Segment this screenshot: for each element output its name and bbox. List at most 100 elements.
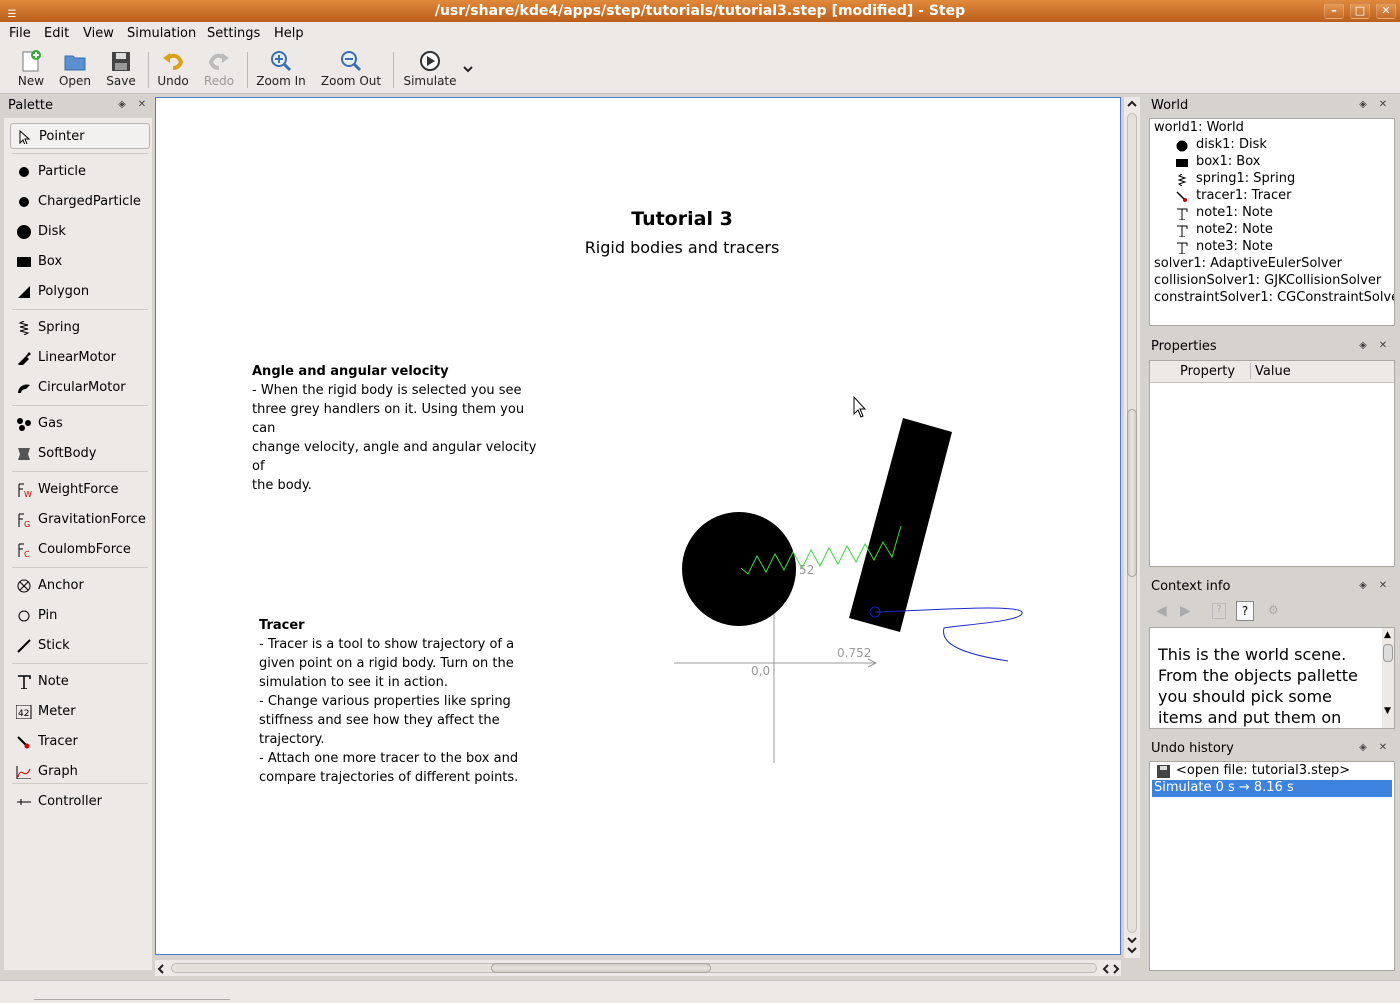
palette-item-graph[interactable]: Graph <box>10 759 150 785</box>
palette-item-spring[interactable]: Spring <box>10 315 150 341</box>
world-tree-label: box1: Box <box>1196 154 1261 169</box>
world-tree-item[interactable]: constraintSolver1: CGConstraintSolver <box>1154 290 1394 305</box>
palette-separator <box>12 309 148 310</box>
context-scrollbar[interactable]: ▲ ▼ <box>1382 628 1394 728</box>
world-tree-item[interactable]: world1: World <box>1154 120 1244 135</box>
undo-item[interactable]: <open file: tutorial3.step> <box>1152 763 1392 780</box>
menu-simulation[interactable]: Simulation <box>127 26 196 41</box>
palette-item-chargedparticle[interactable]: ChargedParticle <box>10 189 150 215</box>
palette-item-stick[interactable]: Stick <box>10 633 150 659</box>
minimize-button[interactable]: – <box>1324 3 1344 19</box>
float-icon[interactable]: ◈ <box>1357 340 1369 352</box>
disk-icon <box>1176 140 1188 152</box>
context-info-view[interactable]: This is the world scene. From the object… <box>1149 627 1395 729</box>
properties-header: Properties ◈ ✕ <box>1147 337 1397 357</box>
palette-item-linearmotor[interactable]: LinearMotor <box>10 345 150 371</box>
palette-item-label: CircularMotor <box>38 380 126 395</box>
chevron-down-icon[interactable] <box>462 64 474 74</box>
close-window-button[interactable]: ✕ <box>1376 3 1396 19</box>
column-property[interactable]: Property <box>1180 364 1235 379</box>
scroll-right-icon[interactable] <box>1101 963 1123 975</box>
float-icon[interactable]: ◈ <box>1357 742 1369 754</box>
menubar: File Edit View Simulation Settings Help <box>0 22 1400 46</box>
close-icon[interactable]: ✕ <box>1377 340 1389 352</box>
zoom-out-icon <box>341 51 362 72</box>
context-header: Context info ◈ ✕ <box>1147 577 1397 597</box>
world-tree-item[interactable]: collisionSolver1: GJKCollisionSolver <box>1154 273 1381 288</box>
column-value[interactable]: Value <box>1255 364 1291 379</box>
scroll-down-icon[interactable] <box>1126 935 1138 957</box>
undo-button[interactable]: Undo <box>156 50 190 92</box>
float-icon[interactable]: ◈ <box>116 99 128 111</box>
close-icon[interactable]: ✕ <box>1377 580 1389 592</box>
scroll-thumb[interactable] <box>491 963 711 973</box>
palette-item-particle[interactable]: Particle <box>10 159 150 185</box>
context-toolbar: ◀ ▶ ? ? ⚙ <box>1150 600 1396 624</box>
world-tree-item[interactable]: solver1: AdaptiveEulerSolver <box>1154 256 1342 271</box>
palette-item-note[interactable]: Note <box>10 669 150 695</box>
palette-item-gas[interactable]: Gas <box>10 411 150 437</box>
palette-item-polygon[interactable]: Polygon <box>10 279 150 305</box>
box1-box[interactable] <box>849 418 952 632</box>
palette-item-label: Graph <box>38 764 78 779</box>
palette-item-pin[interactable]: Pin <box>10 603 150 629</box>
help-context-icon[interactable]: ? <box>1212 603 1226 619</box>
menu-file[interactable]: File <box>9 26 31 41</box>
world-scene[interactable]: Tutorial 3 Rigid bodies and tracers Angl… <box>155 97 1121 955</box>
palette-item-disk[interactable]: Disk <box>10 219 150 245</box>
redo-button[interactable]: Redo <box>201 50 237 92</box>
palette-item-controller[interactable]: Controller <box>10 789 150 815</box>
spring-value-label: 52 <box>799 563 815 577</box>
undo-item-selected[interactable]: Simulate 0 s → 8.16 s <box>1152 780 1392 797</box>
new-button[interactable]: New <box>14 50 48 92</box>
float-icon[interactable]: ◈ <box>1357 580 1369 592</box>
sync-icon[interactable]: ⚙ <box>1268 603 1279 617</box>
palette-item-box[interactable]: Box <box>10 249 150 275</box>
palette-item-meter[interactable]: 42 Meter <box>10 699 150 725</box>
palette-item-pointer[interactable]: Pointer <box>10 123 150 149</box>
toolbar-separator <box>148 52 149 88</box>
close-icon[interactable]: ✕ <box>1377 742 1389 754</box>
scroll-up-icon[interactable]: ▲ <box>1384 630 1391 640</box>
zoom-out-button[interactable]: Zoom Out <box>320 50 382 92</box>
undo-history-title: Undo history <box>1151 741 1234 756</box>
palette-item-label: CoulombForce <box>38 542 131 557</box>
menu-help[interactable]: Help <box>274 26 304 41</box>
scroll-thumb[interactable] <box>1127 409 1137 577</box>
scroll-up-icon[interactable] <box>1126 99 1138 109</box>
controller-icon <box>17 799 31 805</box>
circular-motor-icon <box>18 384 30 393</box>
palette-item-coulombforce[interactable]: C CoulombForce <box>10 537 150 563</box>
zoom-in-button[interactable]: Zoom In <box>255 50 307 92</box>
scroll-left-icon[interactable] <box>156 963 166 975</box>
palette-item-gravitationforce[interactable]: G GravitationForce <box>10 507 150 533</box>
palette-item-softbody[interactable]: SoftBody <box>10 441 150 467</box>
box-icon <box>1176 159 1188 167</box>
whats-this-icon[interactable]: ? <box>1236 601 1254 621</box>
vertical-scrollbar[interactable] <box>1124 97 1140 958</box>
menu-edit[interactable]: Edit <box>44 26 69 41</box>
close-icon[interactable]: ✕ <box>136 99 148 111</box>
save-button[interactable]: Save <box>103 50 139 92</box>
properties-table[interactable]: Property Value <box>1149 360 1395 567</box>
maximize-button[interactable]: □ <box>1350 3 1370 19</box>
undo-history-list[interactable]: <open file: tutorial3.step> Simulate 0 s… <box>1149 761 1395 971</box>
horizontal-scrollbar[interactable] <box>155 960 1121 976</box>
palette-item-circularmotor[interactable]: CircularMotor <box>10 375 150 401</box>
menu-view[interactable]: View <box>83 26 114 41</box>
close-icon[interactable]: ✕ <box>1377 99 1389 111</box>
palette-item-weightforce[interactable]: W WeightForce <box>10 477 150 503</box>
disk1-disk[interactable] <box>682 512 796 626</box>
open-button[interactable]: Open <box>56 50 94 92</box>
scroll-down-icon[interactable]: ▼ <box>1384 706 1391 716</box>
palette-item-anchor[interactable]: Anchor <box>10 573 150 599</box>
world-tree[interactable]: world1: World disk1: Disk box1: Box spring1… <box>1149 118 1395 326</box>
simulate-button[interactable]: Simulate <box>403 50 457 92</box>
menu-settings[interactable]: Settings <box>207 26 260 41</box>
float-icon[interactable]: ◈ <box>1357 99 1369 111</box>
scroll-thumb[interactable] <box>1383 644 1393 662</box>
back-arrow-icon[interactable]: ◀ <box>1156 603 1167 619</box>
palette-item-tracer[interactable]: Tracer <box>10 729 150 755</box>
palette-item-label: Spring <box>38 320 80 335</box>
forward-arrow-icon[interactable]: ▶ <box>1180 603 1191 619</box>
